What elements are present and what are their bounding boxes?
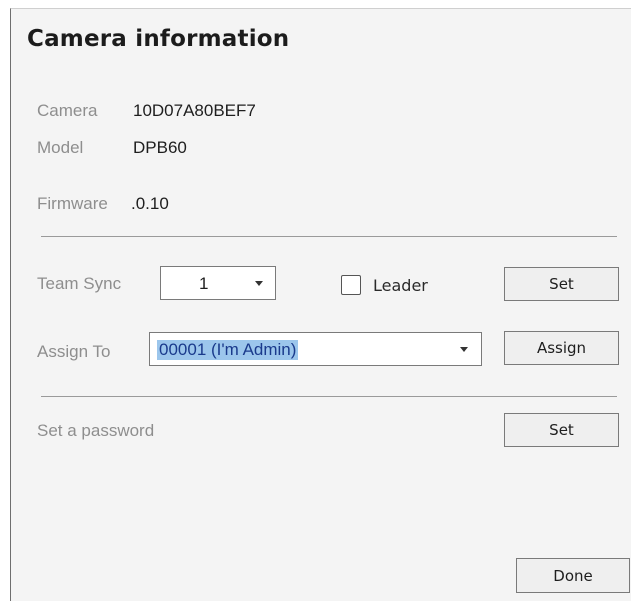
leader-checkbox-label: Leader	[373, 276, 428, 295]
camera-label: Camera	[37, 101, 98, 120]
model-label: Model	[37, 138, 84, 157]
chevron-down-icon	[460, 347, 468, 352]
camera-information-dialog: Camera information Camera 10D07A80BEF7 M…	[10, 8, 631, 601]
team-sync-label: Team Sync	[37, 274, 122, 293]
section-divider-top	[41, 236, 617, 237]
dialog-title: Camera information	[27, 26, 290, 52]
firmware-value: .0.10	[131, 194, 169, 213]
chevron-down-icon	[255, 281, 263, 286]
section-divider-bottom	[41, 396, 617, 397]
team-sync-selected-value: 1	[199, 274, 209, 293]
set-password-label: Set a password	[37, 421, 155, 440]
firmware-label: Firmware	[37, 194, 108, 213]
model-value: DPB60	[133, 138, 187, 157]
assign-to-selected-value: 00001 (I'm Admin)	[157, 340, 299, 360]
assign-to-label: Assign To	[37, 342, 111, 361]
team-sync-set-button[interactable]: Set	[504, 267, 619, 301]
password-set-button[interactable]: Set	[504, 413, 619, 447]
camera-id-value: 10D07A80BEF7	[133, 101, 256, 120]
assign-to-select[interactable]: 00001 (I'm Admin)	[149, 332, 482, 366]
assign-button[interactable]: Assign	[504, 331, 619, 365]
leader-checkbox[interactable]	[341, 275, 361, 295]
team-sync-select[interactable]: 1	[160, 266, 276, 300]
done-button[interactable]: Done	[516, 558, 630, 593]
